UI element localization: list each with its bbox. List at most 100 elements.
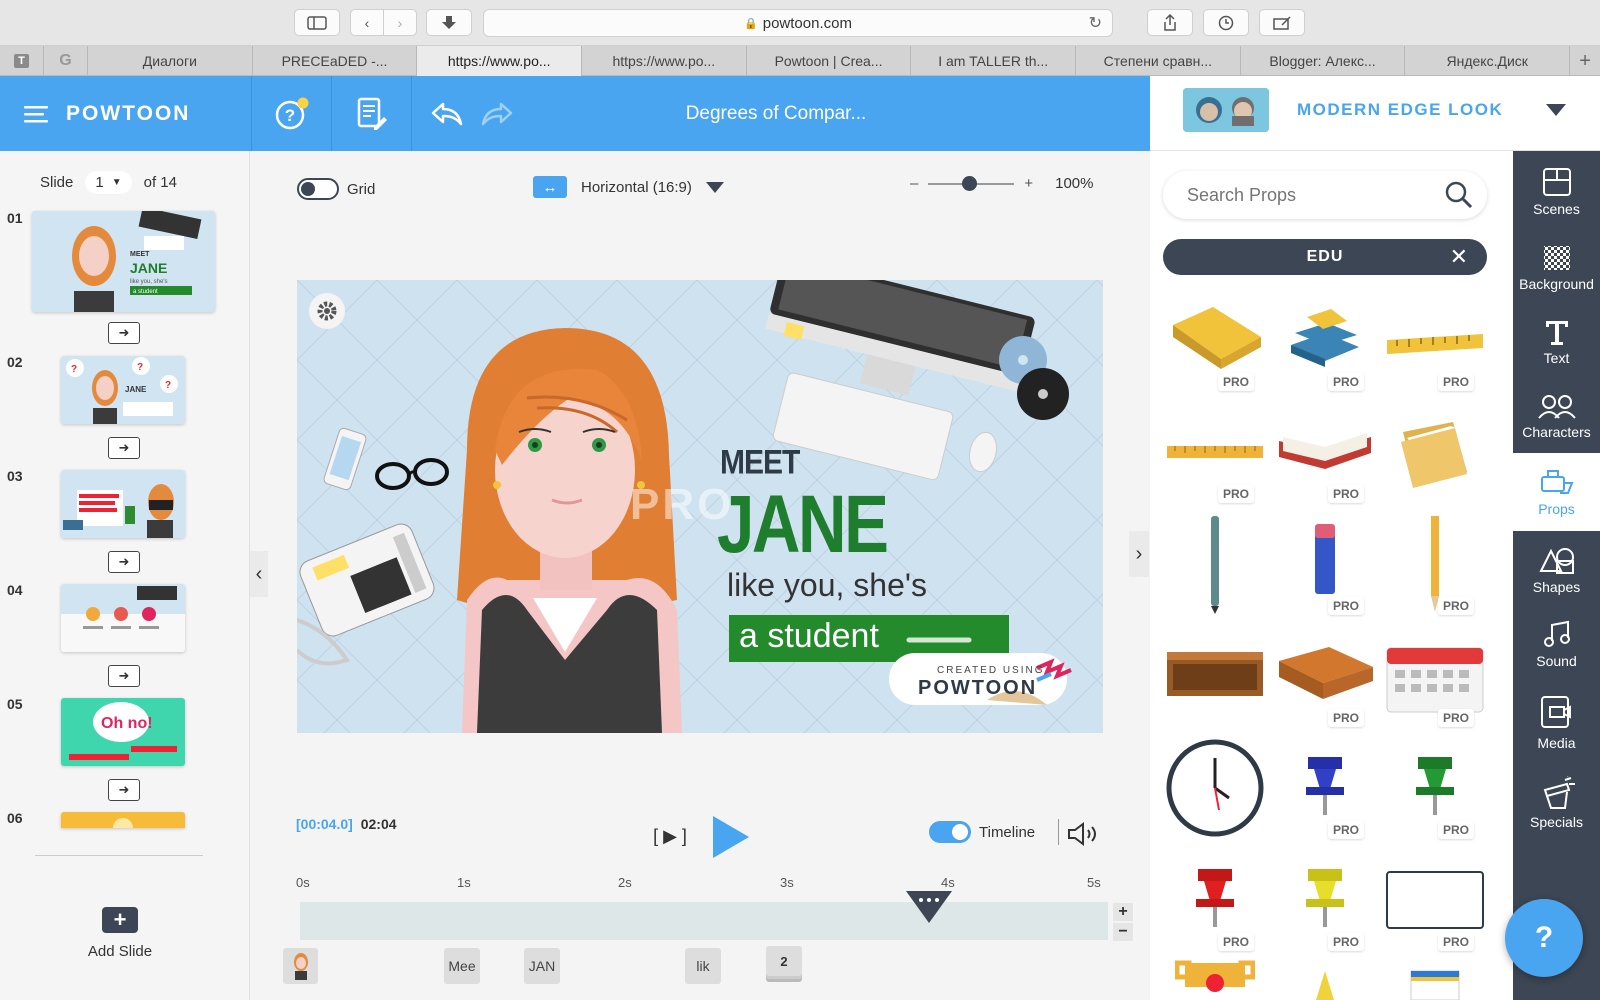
prop-ruler-flat[interactable]: PRO	[1160, 397, 1270, 507]
aspect-ratio-dropdown[interactable]: ↔ Horizontal (16:9)	[533, 176, 724, 198]
track-item[interactable]: JAN	[524, 948, 560, 984]
pinned-tab-t-icon[interactable]: T	[0, 46, 44, 76]
prop-eraser[interactable]: PRO	[1270, 509, 1380, 619]
track-item[interactable]: Mee	[444, 948, 480, 984]
zoom-slider[interactable]	[928, 175, 1015, 191]
sidebar-item-sound[interactable]: Sound	[1513, 607, 1600, 681]
transition-button[interactable]: ➜	[108, 437, 140, 459]
redo-icon[interactable]	[481, 102, 513, 126]
undo-icon[interactable]	[431, 102, 463, 126]
sidebar-item-characters[interactable]: Characters	[1513, 379, 1600, 453]
tab-powtoon-2[interactable]: https://www.po...	[582, 46, 747, 76]
slide-stage[interactable]: MEET JANE PRO like you, she's a student …	[297, 280, 1103, 733]
subtitle-text[interactable]: like you, she's	[727, 567, 927, 604]
prop-pencil[interactable]: PRO	[1380, 509, 1490, 619]
prop-ruler[interactable]: PRO	[1380, 285, 1490, 395]
compose-icon[interactable]	[1259, 9, 1305, 36]
prop-trophy[interactable]	[1160, 957, 1270, 1000]
slide-thumbnail-6[interactable]	[61, 812, 185, 828]
add-slide-button[interactable]: + Add Slide	[70, 907, 170, 960]
sidebar-item-scenes[interactable]: Scenes	[1513, 155, 1600, 229]
prop-yellow-pin[interactable]: PRO	[1270, 845, 1380, 955]
pinned-tab-g-icon[interactable]: G	[44, 46, 88, 76]
playhead-marker[interactable]	[904, 889, 954, 925]
sidebar-item-props[interactable]: Props	[1513, 453, 1600, 531]
timeline-toggle[interactable]: Timeline	[929, 821, 1035, 843]
prop-whiteboard[interactable]: PRO	[1380, 845, 1490, 955]
sidebar-item-media[interactable]: Media	[1513, 683, 1600, 763]
prop-blue-pin[interactable]: PRO	[1270, 733, 1380, 843]
back-icon[interactable]: ‹	[350, 9, 384, 36]
prop-cone[interactable]	[1270, 957, 1380, 1000]
preview-button[interactable]: [ ▶ ]	[647, 821, 693, 851]
prop-notebook[interactable]	[1380, 957, 1490, 1000]
prop-calendar[interactable]: PRO	[1380, 621, 1490, 731]
tab-powtoon-create[interactable]: Powtoon | Crea...	[747, 46, 912, 76]
tab-taller[interactable]: I am TALLER th...	[911, 46, 1077, 76]
prop-open-book[interactable]: PRO	[1270, 397, 1380, 507]
meet-text[interactable]: MEET	[720, 443, 800, 482]
transition-button[interactable]: ➜	[108, 665, 140, 687]
timeline-zoom-out[interactable]: −	[1113, 923, 1133, 941]
prop-green-pin[interactable]: PRO	[1380, 733, 1490, 843]
sidebar-item-shapes[interactable]: Shapes	[1513, 533, 1600, 607]
track-item[interactable]: lik	[685, 948, 721, 984]
menu-icon[interactable]	[24, 105, 48, 123]
tab-dialogi[interactable]: Диалоги	[88, 46, 253, 76]
download-icon[interactable]	[426, 9, 472, 36]
prop-red-pin[interactable]: PRO	[1160, 845, 1270, 955]
forward-icon[interactable]: ›	[383, 9, 417, 36]
search-props[interactable]	[1163, 171, 1487, 219]
close-icon[interactable]: ✕	[1450, 244, 1469, 270]
address-bar[interactable]: 🔒 powtoon.com ↻	[483, 9, 1113, 37]
prop-folder[interactable]	[1380, 397, 1490, 507]
zoom-out-button[interactable]: –	[910, 175, 918, 192]
transition-button[interactable]: ➜	[108, 322, 140, 344]
timeline-track[interactable]	[300, 902, 1108, 940]
sidebar-toggle-icon[interactable]	[294, 9, 340, 36]
history-icon[interactable]	[1203, 9, 1249, 36]
sidebar-item-text[interactable]: Text	[1513, 305, 1600, 379]
chevron-down-icon[interactable]	[1545, 103, 1567, 117]
zoom-in-button[interactable]: +	[1024, 175, 1033, 192]
tab-yandex-disk[interactable]: Яндекс.Диск	[1405, 46, 1571, 76]
tab-stepeni[interactable]: Степени сравн...	[1076, 46, 1241, 76]
transition-button[interactable]: ➜	[108, 551, 140, 573]
grid-toggle[interactable]: Grid	[297, 178, 375, 200]
play-icon[interactable]	[711, 814, 751, 860]
category-chip[interactable]: EDU ✕	[1163, 239, 1487, 275]
banner-text[interactable]: a student	[739, 617, 879, 656]
search-icon[interactable]	[1445, 181, 1473, 209]
presentation-title[interactable]: Degrees of Compar...	[532, 103, 1150, 125]
style-selector[interactable]: MODERN EDGE LOOK	[1150, 76, 1600, 151]
slide-thumbnail-3[interactable]	[61, 470, 185, 538]
track-item-stack[interactable]: 2	[766, 946, 802, 976]
tab-blogger[interactable]: Blogger: Алекс...	[1241, 46, 1406, 76]
prop-book-stack[interactable]: PRO	[1270, 285, 1380, 395]
tab-preceaded[interactable]: PRECEaDED -...	[253, 46, 418, 76]
prop-book[interactable]: PRO	[1160, 285, 1270, 395]
sidebar-item-specials[interactable]: Specials	[1513, 763, 1600, 843]
prop-table[interactable]: PRO	[1270, 621, 1380, 731]
share-icon[interactable]	[1147, 9, 1193, 36]
tab-powtoon-active[interactable]: https://www.po...	[417, 46, 583, 76]
slide-thumbnail-2[interactable]: ??? JANE	[61, 356, 185, 424]
help-tour-button[interactable]: ?	[252, 76, 332, 151]
transition-button[interactable]: ➜	[108, 779, 140, 801]
timeline-zoom-in[interactable]: +	[1113, 903, 1133, 921]
jane-text[interactable]: JANE	[717, 478, 889, 572]
slide-thumbnail-1[interactable]: MEET JANE like you, she's a student	[32, 211, 215, 312]
track-item-character[interactable]	[283, 948, 318, 984]
powtoon-logo[interactable]: POWTOON	[66, 102, 190, 126]
notes-button[interactable]	[332, 76, 412, 151]
collapse-right-icon[interactable]: ›	[1129, 531, 1149, 577]
prop-desk[interactable]	[1160, 621, 1270, 731]
new-tab-button[interactable]: +	[1570, 46, 1600, 76]
slide-thumbnail-4[interactable]	[61, 584, 185, 652]
sidebar-item-background[interactable]: Background	[1513, 231, 1600, 305]
prop-clock[interactable]	[1160, 733, 1270, 843]
reload-icon[interactable]: ↻	[1089, 13, 1102, 33]
help-button[interactable]: ?	[1505, 899, 1583, 977]
volume-icon[interactable]	[1067, 822, 1103, 846]
collapse-left-icon[interactable]: ‹	[250, 551, 268, 597]
